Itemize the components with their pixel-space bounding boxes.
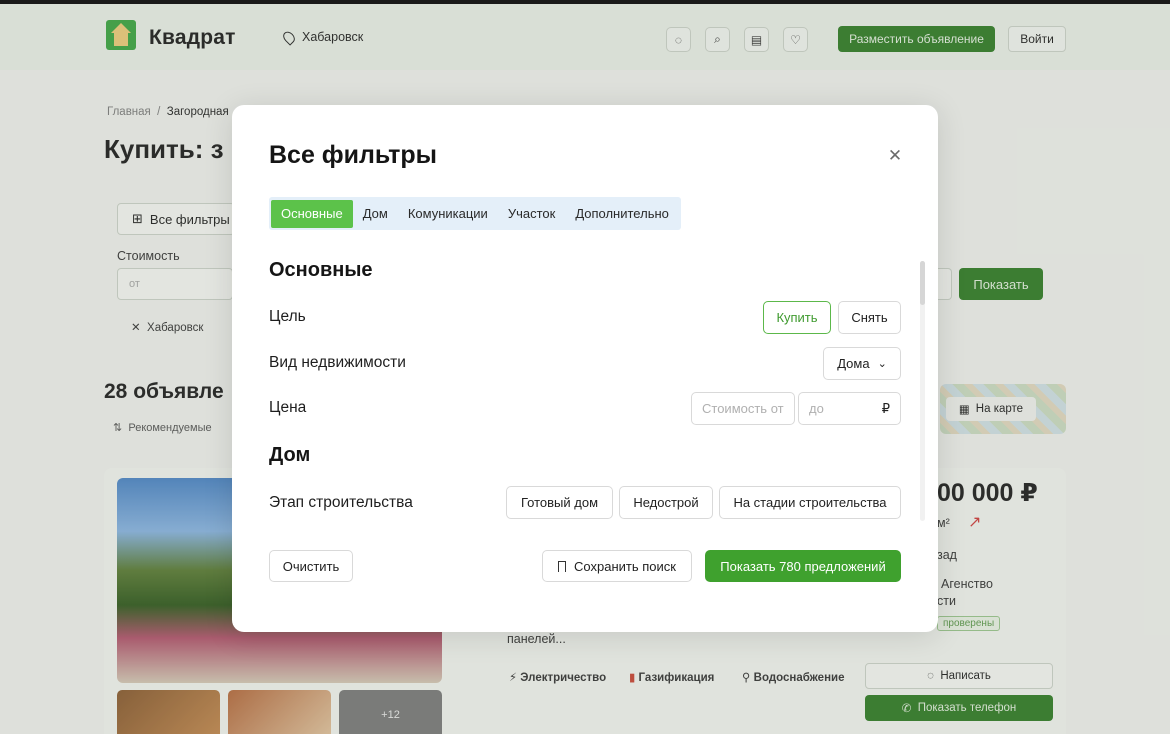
property-type-label: Вид недвижимости bbox=[269, 354, 406, 371]
chevron-down-icon: ⌄ bbox=[877, 358, 887, 370]
price-from-input[interactable]: Стоимость от bbox=[691, 392, 795, 425]
scrollbar-thumb[interactable] bbox=[920, 261, 925, 305]
property-type-value: Дома bbox=[837, 356, 870, 371]
tab-house[interactable]: Дом bbox=[353, 200, 398, 228]
currency-symbol: ₽ bbox=[881, 400, 890, 416]
tab-communications[interactable]: Комуникации bbox=[398, 200, 498, 228]
bookmark-icon bbox=[558, 560, 567, 572]
show-offers-button[interactable]: Показать 780 предложений bbox=[705, 550, 901, 582]
clear-button[interactable]: Очистить bbox=[269, 550, 353, 582]
filters-modal: Все фильтры ✕ Основные Дом Комуникации У… bbox=[232, 105, 938, 632]
stage-unfinished-option[interactable]: Недострой bbox=[619, 486, 713, 519]
price-to-input[interactable]: до ₽ bbox=[798, 392, 901, 425]
construction-stage-label: Этап строительства bbox=[269, 494, 413, 511]
close-icon[interactable]: ✕ bbox=[886, 147, 904, 165]
section-heading-house: Дом bbox=[269, 444, 311, 466]
property-type-select[interactable]: Дома ⌄ bbox=[823, 347, 901, 380]
filter-tabs: Основные Дом Комуникации Участок Дополни… bbox=[269, 197, 681, 230]
section-heading-main: Основные bbox=[269, 259, 373, 281]
modal-title: Все фильтры bbox=[269, 141, 437, 169]
stage-ready-option[interactable]: Готовый дом bbox=[506, 486, 613, 519]
tab-main[interactable]: Основные bbox=[271, 199, 353, 228]
price-label: Цена bbox=[269, 399, 307, 416]
stage-in-progress-option[interactable]: На стадии строительства bbox=[719, 486, 901, 519]
save-search-button[interactable]: Сохранить поиск bbox=[542, 550, 692, 582]
tab-plot[interactable]: Участок bbox=[498, 200, 566, 228]
goal-label: Цель bbox=[269, 308, 306, 325]
price-to-placeholder: до bbox=[809, 401, 824, 416]
tab-additional[interactable]: Дополнительно bbox=[565, 200, 679, 228]
goal-buy-option[interactable]: Купить bbox=[763, 301, 831, 334]
goal-rent-option[interactable]: Снять bbox=[838, 301, 901, 334]
save-search-label: Сохранить поиск bbox=[574, 558, 676, 574]
